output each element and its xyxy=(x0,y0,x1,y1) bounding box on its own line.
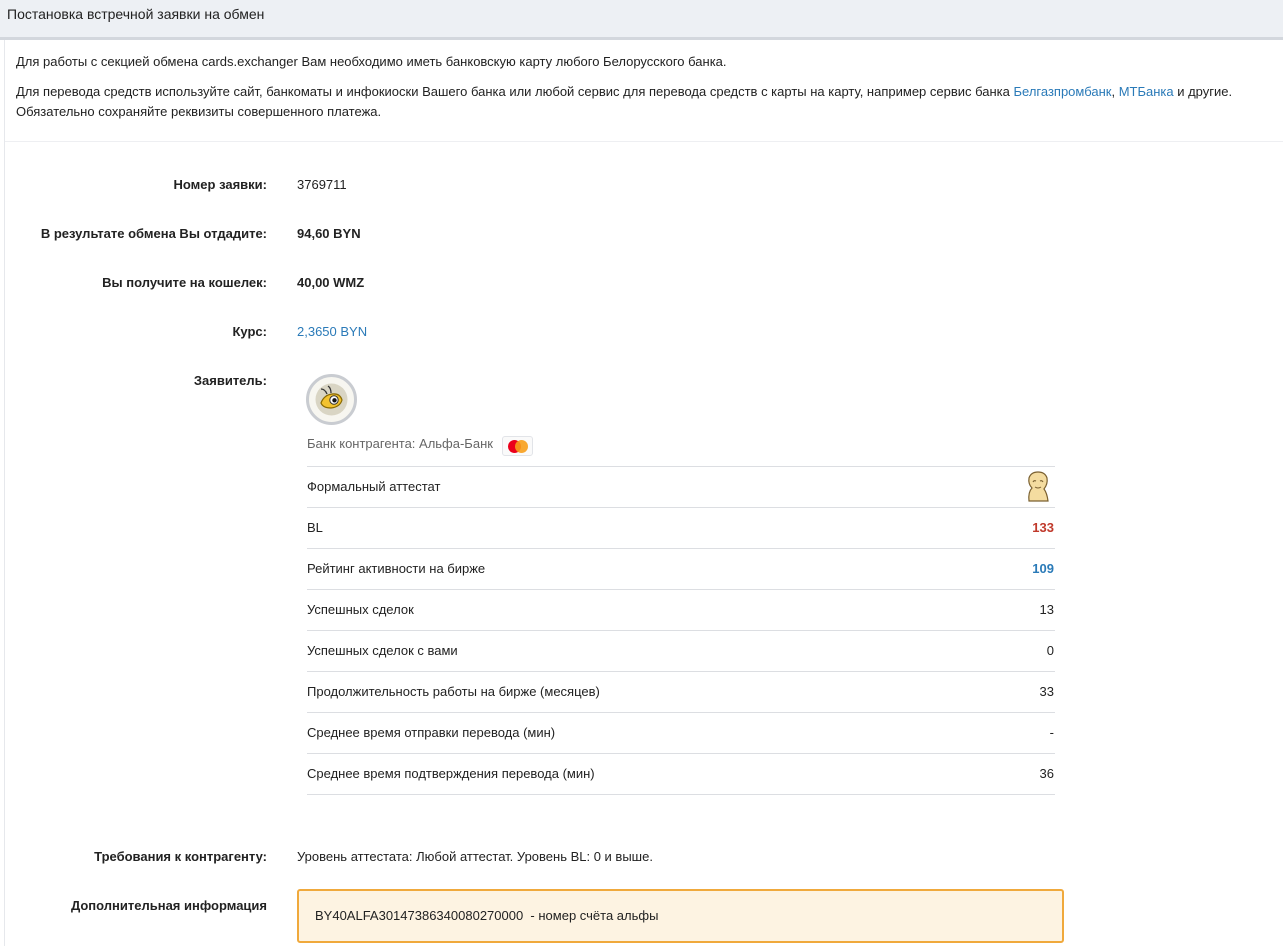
stat-row-deals-with-you: Успешных сделок с вами 0 xyxy=(307,631,1055,672)
formal-attestat-icon[interactable] xyxy=(1023,470,1051,507)
counterparty-bank: Банк контрагента: Альфа-Банк xyxy=(307,436,493,451)
stat-name: Среднее время отправки перевода (мин) xyxy=(307,725,556,740)
stat-row-avg-confirm-time: Среднее время подтверждения перевода (ми… xyxy=(307,754,1055,795)
notice-comma: , xyxy=(1111,84,1119,99)
additional-info-box: BY40ALFA30147386340080270000 - номер счё… xyxy=(297,889,1064,943)
panel-header: Постановка встречной заявки на обмен xyxy=(0,0,1283,40)
applicant-stats-table: Формальный аттестат BL 133 Рейтинг актив… xyxy=(307,466,1055,795)
stat-row-successful-deals: Успешных сделок 13 xyxy=(307,590,1055,631)
belgazprombank-link[interactable]: Белгазпромбанк xyxy=(1014,84,1112,99)
stat-name: Продолжительность работы на бирже (месяц… xyxy=(307,684,600,699)
stat-value-bl: 133 xyxy=(1032,520,1054,535)
give-amount-value: 94,60 BYN xyxy=(297,226,361,241)
receive-amount-label: Вы получите на кошелек: xyxy=(102,275,267,290)
notice-text-end: и другие. xyxy=(1173,84,1233,99)
notice-save-details: Обязательно сохраняйте реквизиты соверше… xyxy=(16,104,382,119)
receive-amount-value: 40,00 WMZ xyxy=(297,275,365,290)
requirements-value: Уровень аттестата: Любой аттестат. Урове… xyxy=(297,849,653,864)
stat-row-bl: BL 133 xyxy=(307,508,1055,549)
stat-value-deals-with-you: 0 xyxy=(1046,643,1054,658)
stat-name: BL xyxy=(307,520,323,535)
stat-value-avg-send-time: - xyxy=(1049,725,1054,740)
requirements-label: Требования к контрагенту: xyxy=(94,849,267,864)
page-edge xyxy=(4,40,5,946)
additional-info-label: Дополнительная информация xyxy=(70,898,267,913)
give-amount-label: В результате обмена Вы отдадите: xyxy=(40,226,267,241)
stat-value-work-duration: 33 xyxy=(1039,684,1054,699)
stat-name: Успешных сделок xyxy=(307,602,414,617)
applicant-label: Заявитель: xyxy=(193,373,267,388)
mastercard-orange-circle xyxy=(515,440,528,453)
stat-value-avg-confirm-time: 36 xyxy=(1039,766,1054,781)
section-divider xyxy=(5,141,1283,142)
order-number-value: 3769711 xyxy=(297,177,347,192)
order-number-label: Номер заявки: xyxy=(173,177,267,192)
webmoney-bug-icon xyxy=(315,383,348,416)
stat-row-avg-send-time: Среднее время отправки перевода (мин) - xyxy=(307,713,1055,754)
notice-card-requirement: Для работы с секцией обмена cards.exchan… xyxy=(16,54,727,69)
applicant-avatar[interactable] xyxy=(306,374,357,425)
stat-row-work-duration: Продолжительность работы на бирже (месяц… xyxy=(307,672,1055,713)
stat-name: Формальный аттестат xyxy=(307,479,441,494)
notice-text: Для перевода средств используйте сайт, б… xyxy=(16,84,1014,99)
stat-name: Среднее время подтверждения перевода (ми… xyxy=(307,766,595,781)
mastercard-icon xyxy=(502,436,533,456)
rate-value[interactable]: 2,3650 BYN xyxy=(297,324,367,339)
stat-name: Рейтинг активности на бирже xyxy=(307,561,486,576)
panel-title: Постановка встречной заявки на обмен xyxy=(7,6,265,22)
additional-info-text: BY40ALFA30147386340080270000 - номер счё… xyxy=(315,908,659,923)
stat-row-activity-rating: Рейтинг активности на бирже 109 xyxy=(307,549,1055,590)
rate-label: Курс: xyxy=(232,324,268,339)
stat-name: Успешных сделок с вами xyxy=(307,643,458,658)
stat-value-activity-rating: 109 xyxy=(1032,561,1054,576)
notice-transfer-info: Для перевода средств используйте сайт, б… xyxy=(16,82,1266,122)
stat-row-formal-attestat: Формальный аттестат xyxy=(307,467,1055,508)
mtbank-link[interactable]: МТБанка xyxy=(1119,84,1174,99)
stat-value-successful-deals: 13 xyxy=(1039,602,1054,617)
